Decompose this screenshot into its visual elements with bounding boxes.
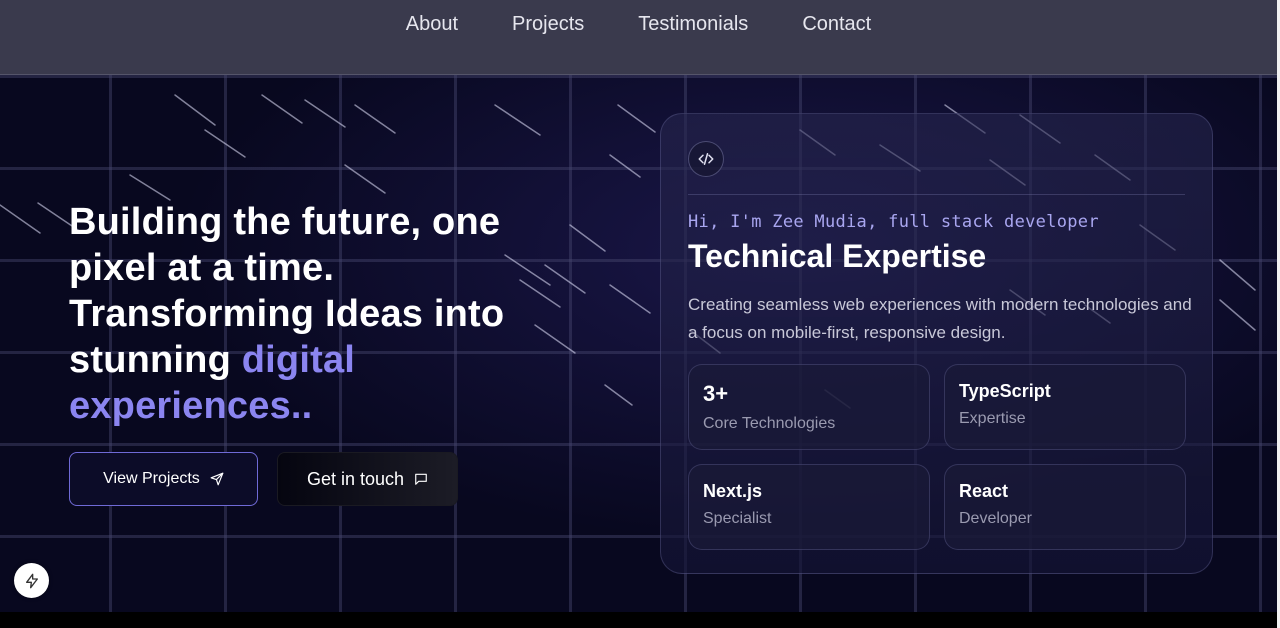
- stat-react: React Developer: [944, 464, 1186, 550]
- get-in-touch-label: Get in touch: [306, 468, 405, 489]
- page: About Projects Testimonials Contact Buil…: [0, 0, 1280, 628]
- code-icon: [688, 141, 724, 177]
- nav-link-projects[interactable]: Projects: [512, 13, 584, 36]
- stat-value: TypeScript: [959, 381, 1051, 401]
- stat-core-technologies: 3+ Core Technologies: [688, 364, 930, 450]
- stat-value: 3+: [703, 381, 729, 406]
- stat-typescript: TypeScript Expertise: [944, 364, 1186, 450]
- view-projects-button[interactable]: View Projects: [69, 452, 258, 506]
- card-divider: [688, 194, 1185, 195]
- stat-nextjs: Next.js Specialist: [688, 464, 930, 550]
- card-greeting: Hi, I'm Zee Mudia, full stack developer: [688, 212, 1099, 232]
- stat-value: Next.js: [703, 481, 763, 501]
- stat-value: React: [959, 481, 1009, 501]
- get-in-touch-button[interactable]: Get in touch: [277, 452, 458, 506]
- top-navigation: About Projects Testimonials Contact: [0, 0, 1277, 75]
- card-title: Technical Expertise: [688, 238, 987, 274]
- technical-expertise-card: Hi, I'm Zee Mudia, full stack developer …: [660, 113, 1213, 574]
- hero-title: Building the future, one pixel at a time…: [69, 199, 589, 429]
- send-icon: [210, 472, 224, 486]
- stat-label: Core Technologies: [703, 415, 836, 432]
- bottom-bar: [0, 612, 1280, 628]
- bolt-icon[interactable]: [14, 563, 49, 598]
- card-description: Creating seamless web experiences with m…: [688, 295, 1192, 342]
- message-icon: [415, 473, 427, 485]
- nav-link-contact[interactable]: Contact: [802, 13, 871, 36]
- nav-link-about[interactable]: About: [406, 13, 458, 36]
- stat-label: Specialist: [703, 510, 772, 527]
- stat-label: Expertise: [959, 410, 1026, 427]
- nav-link-testimonials[interactable]: Testimonials: [638, 13, 748, 36]
- view-projects-label: View Projects: [103, 470, 200, 487]
- stat-label: Developer: [959, 510, 1032, 527]
